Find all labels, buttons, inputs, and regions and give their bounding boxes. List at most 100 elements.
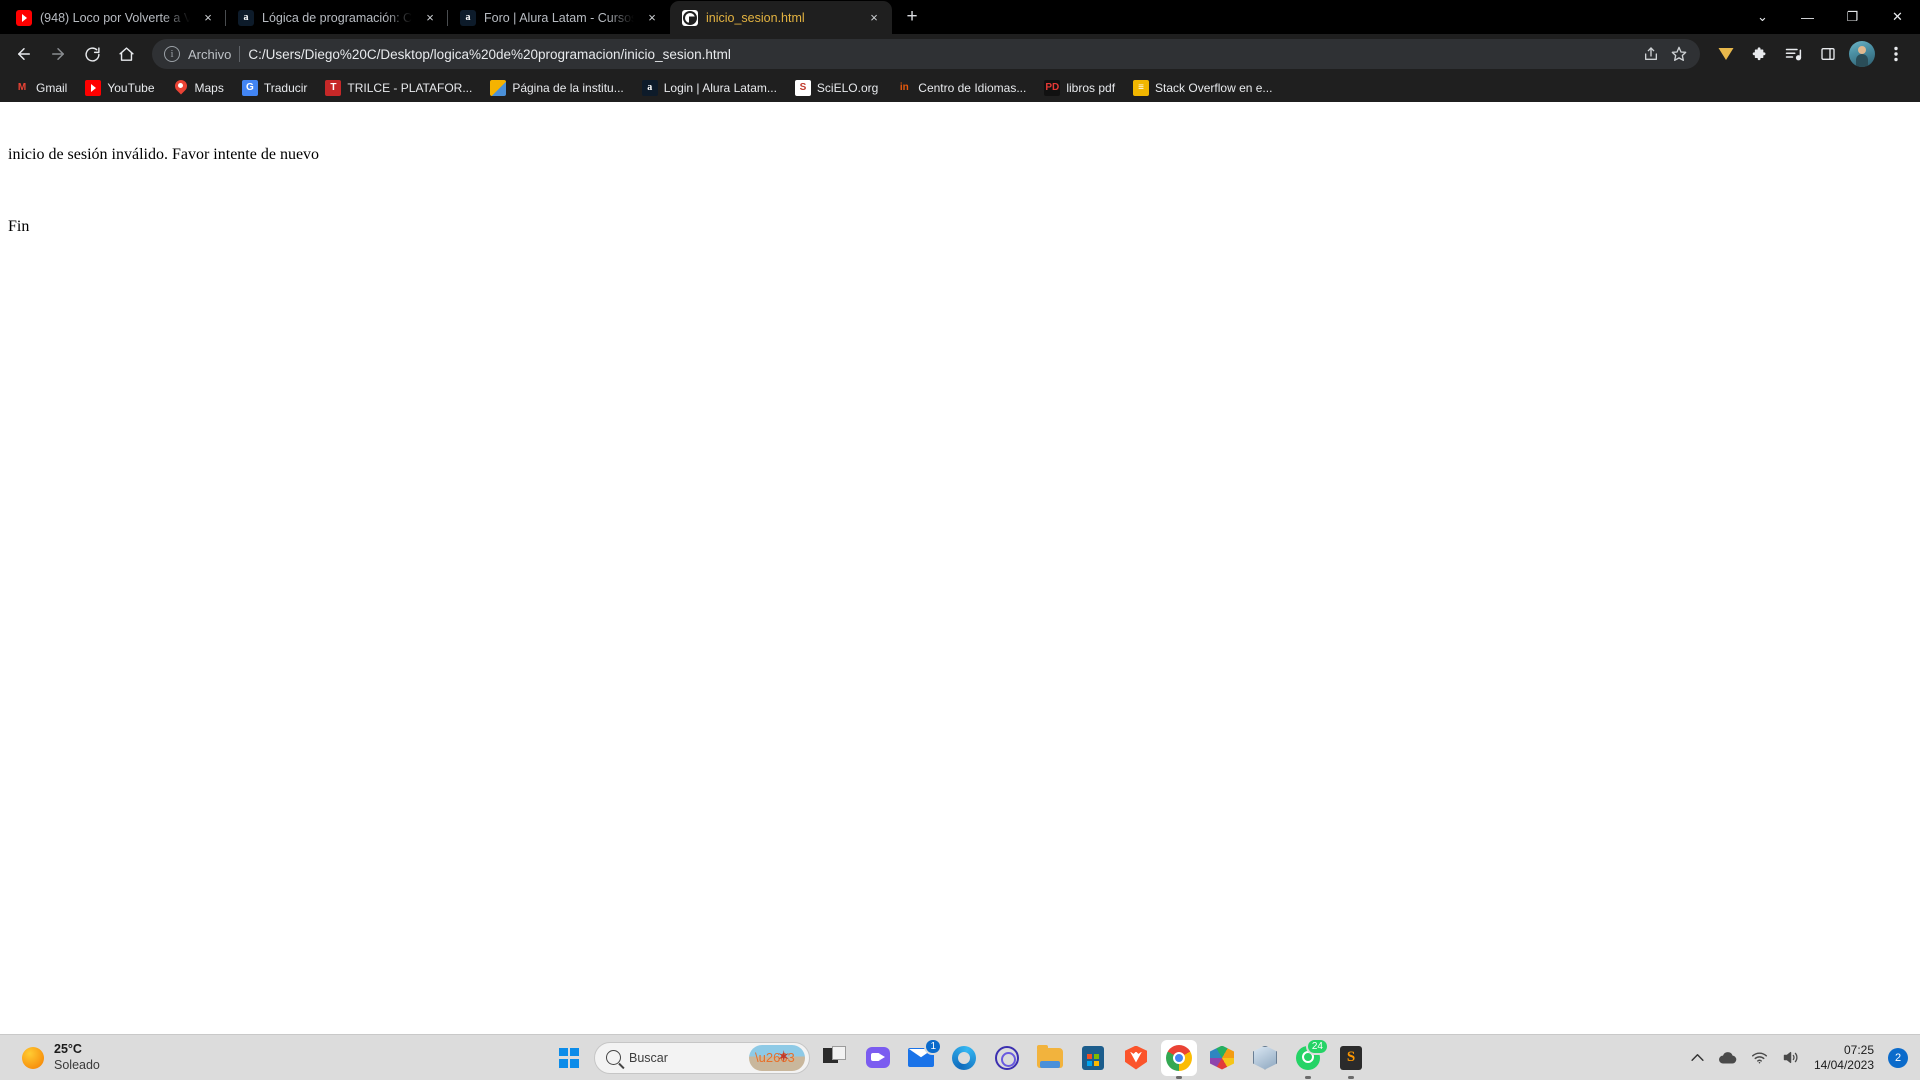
cloud-icon[interactable] bbox=[1718, 1051, 1737, 1065]
forward-button[interactable] bbox=[42, 38, 74, 70]
brave-rewards-chevron-icon[interactable] bbox=[1710, 38, 1742, 70]
search-icon bbox=[606, 1050, 621, 1065]
microsoft-store-button[interactable] bbox=[1075, 1040, 1111, 1076]
share-icon[interactable] bbox=[1638, 41, 1664, 67]
screen: (948) Loco por Volverte a Ver - Y... × a… bbox=[0, 0, 1920, 1080]
url-text: C:/Users/Diego%20C/Desktop/logica%20de%2… bbox=[248, 46, 731, 62]
tab-title: (948) Loco por Volverte a Ver - Y... bbox=[40, 10, 190, 25]
edge-button[interactable] bbox=[946, 1040, 982, 1076]
file-explorer-button[interactable] bbox=[1032, 1040, 1068, 1076]
wifi-icon[interactable] bbox=[1751, 1051, 1768, 1064]
scielo-icon: S bbox=[794, 79, 811, 96]
avatar[interactable] bbox=[1846, 38, 1878, 70]
home-button[interactable] bbox=[110, 38, 142, 70]
brave-browser-button[interactable] bbox=[1118, 1040, 1154, 1076]
tab-title: inicio_sesion.html bbox=[706, 10, 805, 25]
address-bar[interactable]: i Archivo C:/Users/Diego%20C/Desktop/log… bbox=[152, 39, 1700, 69]
tab-strip: (948) Loco por Volverte a Ver - Y... × a… bbox=[0, 0, 1920, 34]
bookmark-maps[interactable]: Maps bbox=[165, 77, 232, 99]
tab-search-chevron-icon[interactable]: ⌄ bbox=[1740, 0, 1785, 34]
star-icon[interactable] bbox=[1666, 41, 1692, 67]
whatsapp-badge: 24 bbox=[1305, 1037, 1329, 1055]
tab-close-button[interactable]: × bbox=[198, 8, 218, 28]
task-view-icon bbox=[823, 1045, 847, 1068]
stack-overflow-icon: ≡ bbox=[1133, 79, 1150, 96]
chat-button[interactable] bbox=[860, 1040, 896, 1076]
spinner-app-icon bbox=[995, 1045, 1019, 1070]
extensions-puzzle-icon[interactable] bbox=[1744, 38, 1776, 70]
bookmark-centro-idiomas[interactable]: in Centro de Idiomas... bbox=[888, 77, 1034, 99]
omnibox-actions bbox=[1638, 41, 1692, 67]
youtube-icon bbox=[85, 79, 102, 96]
chrome-menu-icon[interactable] bbox=[1880, 38, 1912, 70]
sun-icon bbox=[22, 1046, 44, 1069]
bookmark-label: Maps bbox=[194, 80, 224, 95]
tab-close-button[interactable]: × bbox=[420, 8, 440, 28]
taskbar-center-items: Buscar \u2663 ✶ 1 24 S bbox=[551, 1037, 1369, 1076]
globe-icon bbox=[682, 9, 698, 26]
idiomas-icon: in bbox=[899, 82, 909, 93]
task-view-button[interactable] bbox=[817, 1040, 853, 1076]
chrome-browser-window: (948) Loco por Volverte a Ver - Y... × a… bbox=[0, 0, 1920, 1034]
browser-tab-1[interactable]: a Lógica de programación: Concep × bbox=[226, 1, 448, 34]
virtualbox-button[interactable] bbox=[1247, 1040, 1283, 1076]
bookmark-scielo[interactable]: S SciELO.org bbox=[787, 77, 886, 99]
browser-tab-0[interactable]: (948) Loco por Volverte a Ver - Y... × bbox=[4, 1, 226, 34]
tab-close-button[interactable]: × bbox=[864, 8, 884, 28]
brave-lion-icon bbox=[1125, 1045, 1147, 1070]
clock[interactable]: 07:25 14/04/2023 bbox=[1814, 1043, 1874, 1073]
colorful-cube-icon bbox=[1210, 1046, 1234, 1070]
pencil-note-icon bbox=[490, 79, 507, 96]
close-window-button[interactable]: ✕ bbox=[1875, 0, 1920, 34]
browser-tab-3-active[interactable]: inicio_sesion.html × bbox=[670, 1, 892, 34]
bookmark-label: Centro de Idiomas... bbox=[918, 80, 1027, 95]
system-tray: 07:25 14/04/2023 2 bbox=[1691, 1043, 1908, 1073]
pdf-icon: PD bbox=[1044, 79, 1061, 96]
search-input[interactable]: Buscar \u2663 ✶ bbox=[594, 1041, 810, 1074]
tab-title: Lógica de programación: Concep bbox=[262, 10, 412, 25]
mail-badge: 1 bbox=[924, 1037, 942, 1055]
minimize-button[interactable]: — bbox=[1785, 0, 1830, 34]
weather-text: 25°C Soleado bbox=[54, 1042, 100, 1073]
whatsapp-button[interactable]: 24 bbox=[1290, 1037, 1329, 1076]
spinner-app-button[interactable] bbox=[989, 1040, 1025, 1076]
speaker-icon[interactable] bbox=[1782, 1050, 1800, 1065]
new-tab-button[interactable]: + bbox=[898, 3, 926, 31]
bookmark-label: Traducir bbox=[263, 80, 308, 95]
side-panel-icon[interactable] bbox=[1812, 38, 1844, 70]
bookmark-pagina-institucion[interactable]: Página de la institu... bbox=[482, 77, 631, 99]
google-chrome-button[interactable] bbox=[1161, 1039, 1197, 1076]
bookmark-youtube[interactable]: YouTube bbox=[77, 77, 162, 99]
bookmark-login-alura[interactable]: a Login | Alura Latam... bbox=[634, 77, 785, 99]
colorful-cube-app-button[interactable] bbox=[1204, 1040, 1240, 1076]
maximize-button[interactable]: ❐ bbox=[1830, 0, 1875, 34]
bookmark-label: Login | Alura Latam... bbox=[663, 80, 777, 95]
bookmark-label: YouTube bbox=[107, 80, 155, 95]
tab-close-button[interactable]: × bbox=[642, 8, 662, 28]
start-button[interactable] bbox=[551, 1040, 587, 1076]
show-hidden-icons-chevron-icon[interactable] bbox=[1691, 1053, 1704, 1062]
mail-button[interactable]: 1 bbox=[903, 1037, 942, 1076]
reload-button[interactable] bbox=[76, 38, 108, 70]
bookmark-label: Stack Overflow en e... bbox=[1155, 80, 1273, 95]
bookmark-label: libros pdf bbox=[1066, 80, 1116, 95]
back-button[interactable] bbox=[8, 38, 40, 70]
google-translate-icon: G bbox=[241, 79, 258, 96]
bookmark-trilce[interactable]: T TRILCE - PLATAFOR... bbox=[317, 77, 480, 99]
bookmark-stack-overflow[interactable]: ≡ Stack Overflow en e... bbox=[1125, 77, 1280, 99]
weather-widget[interactable]: 25°C Soleado bbox=[0, 1042, 100, 1073]
notification-badge[interactable]: 2 bbox=[1888, 1047, 1908, 1068]
bookmark-label: TRILCE - PLATAFOR... bbox=[347, 80, 473, 95]
bookmark-libros-pdf[interactable]: PD libros pdf bbox=[1036, 77, 1123, 99]
bookmarks-bar: M Gmail YouTube Maps G Traducir T TRILCE… bbox=[0, 74, 1920, 102]
tab-title: Foro | Alura Latam - Cursos onlin bbox=[484, 10, 634, 25]
bookmark-gmail[interactable]: M Gmail bbox=[6, 77, 75, 99]
clock-date: 14/04/2023 bbox=[1813, 1057, 1874, 1072]
sublime-text-button[interactable]: S bbox=[1333, 1040, 1369, 1076]
reading-list-icon[interactable] bbox=[1778, 38, 1810, 70]
browser-toolbar: i Archivo C:/Users/Diego%20C/Desktop/log… bbox=[0, 34, 1920, 74]
browser-tab-2[interactable]: a Foro | Alura Latam - Cursos onlin × bbox=[448, 1, 670, 34]
page-info-icon[interactable]: i bbox=[164, 46, 180, 62]
bookmark-traducir[interactable]: G Traducir bbox=[234, 77, 316, 99]
clock-time: 07:25 bbox=[1843, 1042, 1874, 1057]
